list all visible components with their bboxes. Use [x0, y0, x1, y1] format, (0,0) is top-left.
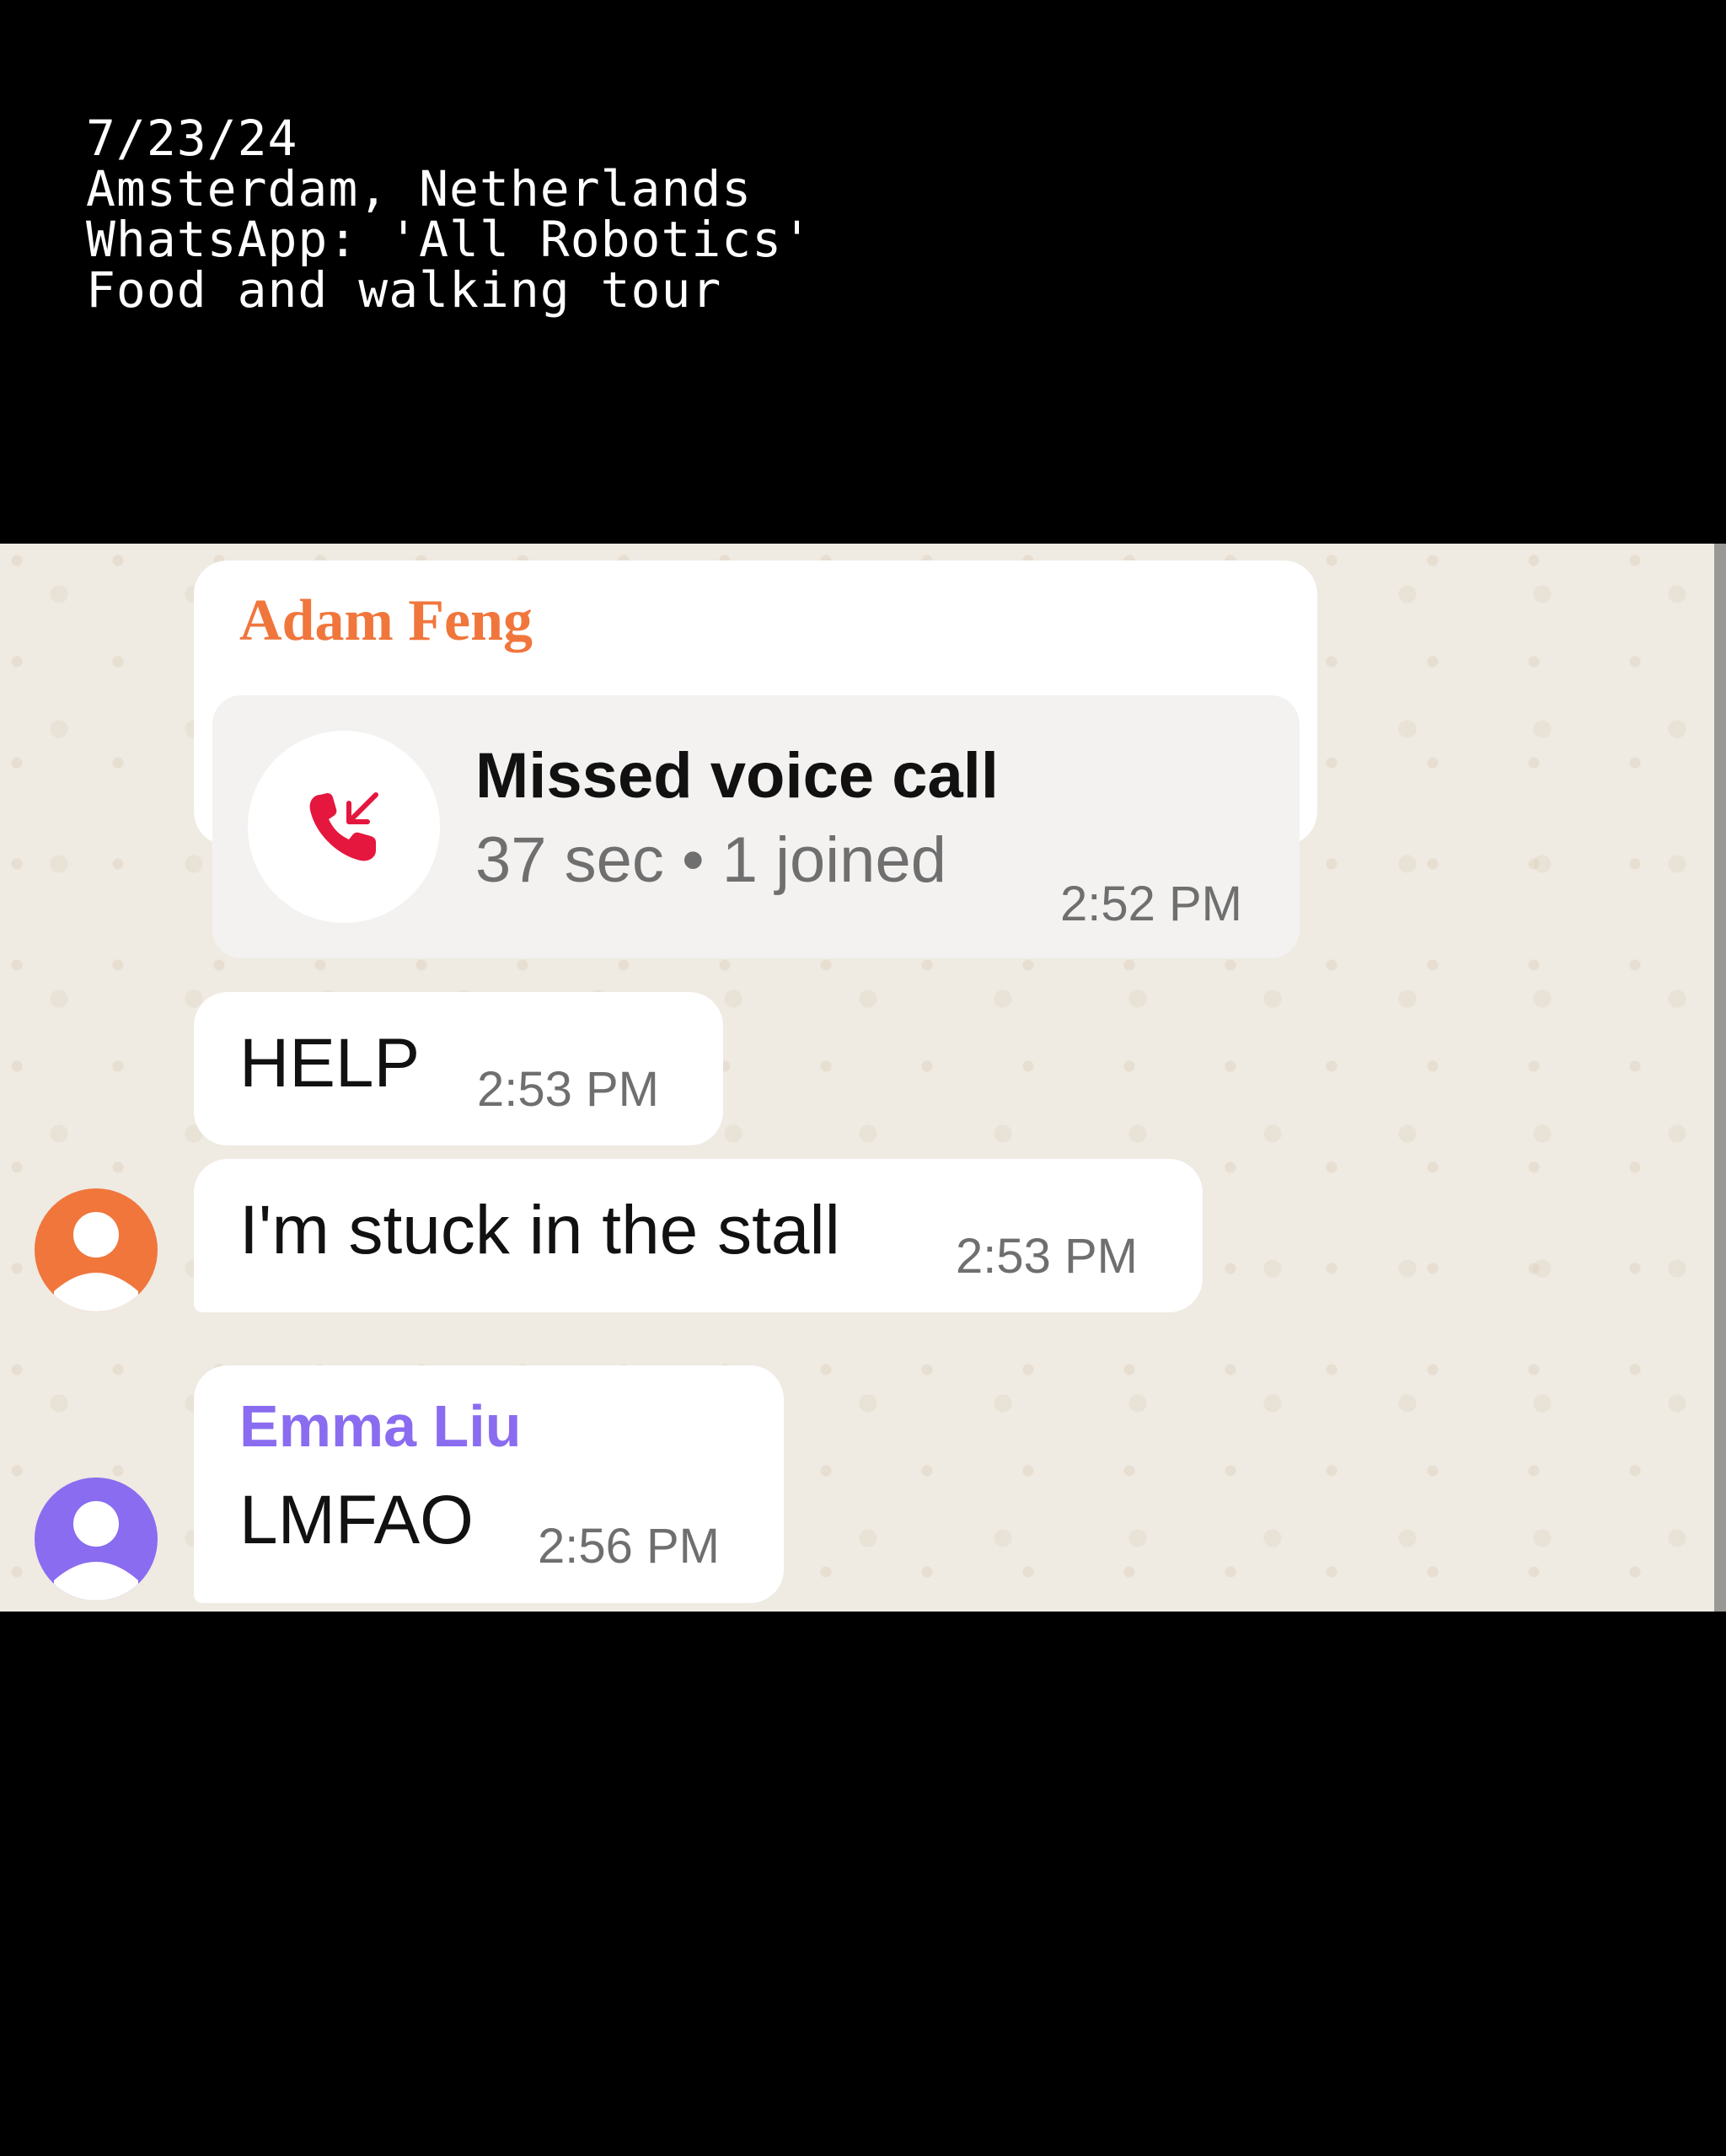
message-time: 2:53 PM [477, 1062, 659, 1117]
screenshot-page: 7/23/24 Amsterdam, Netherlands WhatsApp:… [0, 0, 1726, 2156]
caption-chat: WhatsApp: 'All Robotics' [86, 211, 813, 268]
message-text: I'm stuck in the stall [239, 1192, 840, 1268]
caption-date: 7/23/24 [86, 110, 298, 167]
caption-overlay: 7/23/24 Amsterdam, Netherlands WhatsApp:… [86, 113, 812, 315]
message-time: 2:53 PM [956, 1229, 1138, 1284]
message-text: LMFAO [239, 1482, 474, 1558]
caption-location: Amsterdam, Netherlands [86, 160, 753, 217]
avatar[interactable] [35, 1188, 158, 1311]
avatar[interactable] [35, 1478, 158, 1601]
message-time: 2:52 PM [1060, 877, 1242, 931]
missed-call-icon [309, 792, 378, 861]
call-details: 37 sec • 1 joined [475, 824, 946, 896]
call-title: Missed voice call [475, 740, 999, 812]
call-icon-circle [248, 731, 440, 923]
person-icon [54, 1212, 138, 1311]
sender-name[interactable]: Adam Feng [239, 587, 533, 655]
person-icon [54, 1501, 138, 1601]
message-text: HELP [239, 1025, 421, 1102]
message-time: 2:56 PM [538, 1519, 720, 1574]
caption-topic: Food and walking tour [86, 261, 722, 319]
sender-name[interactable]: Emma Liu [239, 1392, 522, 1460]
scrollbar[interactable] [1714, 544, 1726, 1612]
